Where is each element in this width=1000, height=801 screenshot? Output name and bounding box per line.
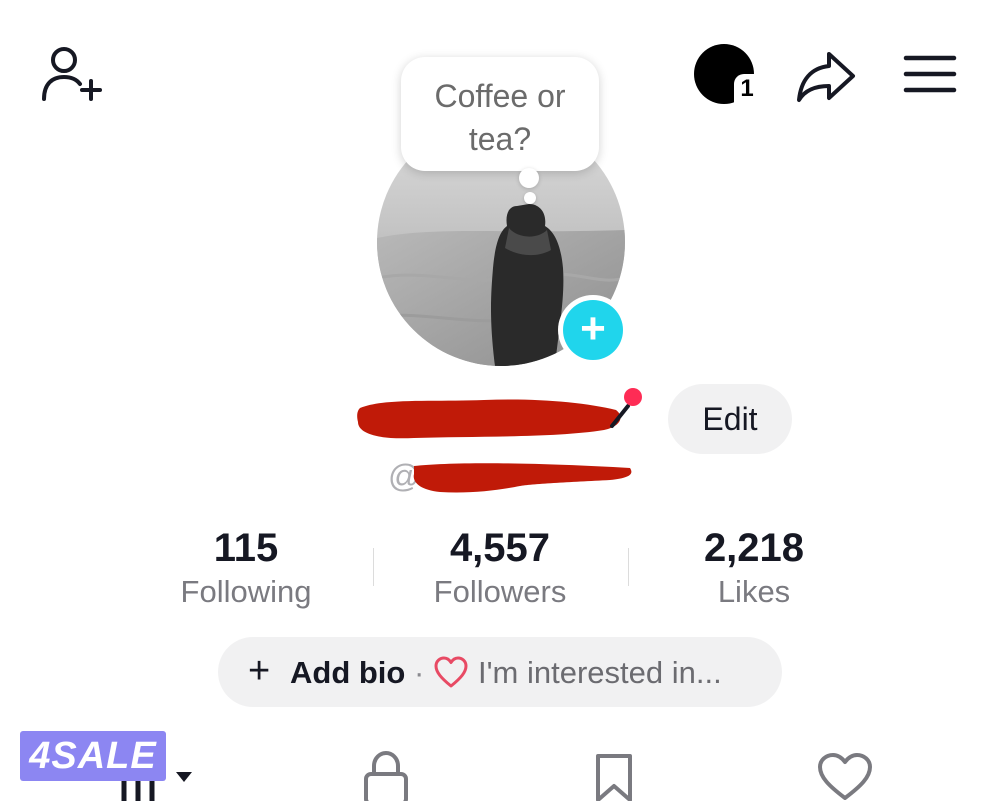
add-friend-button[interactable] (36, 44, 106, 104)
tab-saved[interactable] (592, 752, 636, 801)
bio-separator: · (414, 655, 425, 690)
stat-likes[interactable]: 2,218 Likes (634, 526, 874, 612)
note-bubble-tail (519, 168, 539, 188)
note-bubble-tail-small (524, 192, 536, 204)
menu-button[interactable] (902, 52, 958, 96)
add-bio-button[interactable]: + Add bio · I'm interested in... (218, 637, 782, 707)
watermark-text: 4SALE (29, 735, 157, 777)
bookmark-icon (596, 754, 632, 801)
tab-liked[interactable] (815, 752, 875, 801)
add-story-button[interactable]: + (558, 295, 628, 365)
stats-divider (373, 548, 374, 586)
notification-dot (624, 388, 642, 406)
following-count: 115 (213, 526, 279, 570)
account-switch-avatar[interactable]: 1 (694, 44, 760, 106)
stats-divider (628, 548, 629, 586)
likes-label: Likes (717, 574, 791, 609)
followers-count: 4,557 (449, 526, 551, 570)
add-bio-label: Add bio (290, 655, 406, 690)
likes-count: 2,218 (703, 526, 805, 570)
plus-icon: + (563, 300, 623, 360)
stat-following[interactable]: 115 Following (126, 526, 366, 612)
display-name-redaction (354, 392, 626, 442)
notification-count-badge: 1 (734, 74, 760, 104)
tab-private[interactable] (360, 750, 412, 801)
following-label: Following (180, 574, 312, 609)
heart-icon (433, 655, 469, 689)
followers-label: Followers (433, 574, 567, 609)
lock-icon (364, 750, 408, 801)
stat-followers[interactable]: 4,557 Followers (380, 526, 620, 612)
edit-profile-button[interactable]: Edit (668, 384, 792, 454)
heart-icon (818, 753, 872, 800)
share-button[interactable] (795, 48, 857, 104)
person-add-icon (42, 47, 102, 101)
username-redaction (410, 456, 635, 498)
interests-prompt: I'm interested in... (478, 655, 722, 690)
note-text: Coffee or tea? (434, 78, 566, 157)
hamburger-menu-icon (903, 55, 957, 93)
share-arrow-icon (797, 52, 855, 102)
watermark-logo: 4SALE (20, 731, 166, 781)
plus-icon: + (248, 650, 271, 692)
note-bubble[interactable]: Coffee or tea? (401, 57, 599, 171)
